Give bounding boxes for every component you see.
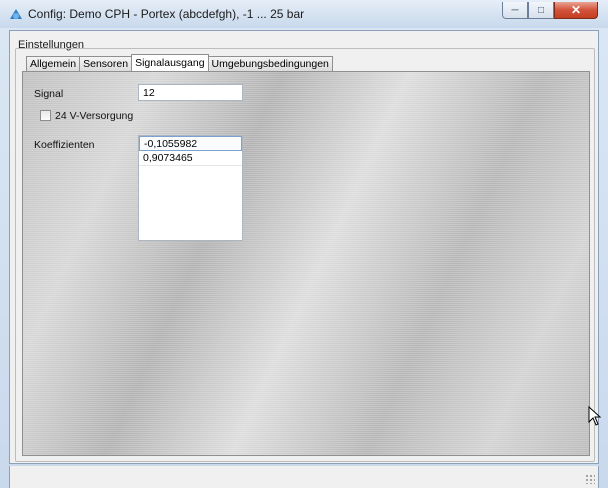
list-item[interactable]: -0,1055982 (139, 136, 242, 151)
maximize-icon: □ (537, 4, 545, 16)
maximize-button[interactable]: □ (528, 2, 554, 19)
status-bar (9, 466, 599, 488)
list-item[interactable]: 0,9073465 (139, 151, 242, 166)
resize-grip-icon[interactable] (585, 474, 595, 484)
tab-panel-signalausgang (22, 71, 590, 456)
minimize-icon: ─ (511, 4, 519, 16)
close-icon: ✕ (570, 3, 582, 17)
signal-label: Signal (34, 88, 64, 100)
tab-umgebungsbedingungen[interactable]: Umgebungsbedingungen (207, 56, 333, 71)
supply-checkbox[interactable] (40, 110, 51, 121)
signal-input[interactable]: 12 (138, 84, 243, 101)
mouse-cursor-icon (588, 406, 602, 426)
tab-strip: Allgemein Sensoren Signalausgang Umgebun… (26, 54, 333, 71)
minimize-button[interactable]: ─ (502, 2, 528, 19)
coefficients-label: Koeffizienten (34, 139, 95, 151)
supply-label: 24 V-Versorgung (55, 110, 134, 122)
window-title: Config: Demo CPH - Portex (abcdefgh), -1… (28, 7, 305, 21)
close-button[interactable]: ✕ (554, 2, 598, 19)
tab-allgemein[interactable]: Allgemein (26, 56, 81, 71)
caption-buttons: ─ □ ✕ (502, 2, 598, 20)
title-bar[interactable]: Config: Demo CPH - Portex (abcdefgh), -1… (0, 0, 608, 28)
coefficients-list[interactable]: -0,1055982 0,9073465 (138, 135, 243, 241)
tab-signalausgang[interactable]: Signalausgang (131, 54, 209, 71)
app-icon (10, 9, 22, 19)
tab-sensoren[interactable]: Sensoren (79, 56, 133, 71)
application-window: Config: Demo CPH - Portex (abcdefgh), -1… (0, 0, 608, 488)
